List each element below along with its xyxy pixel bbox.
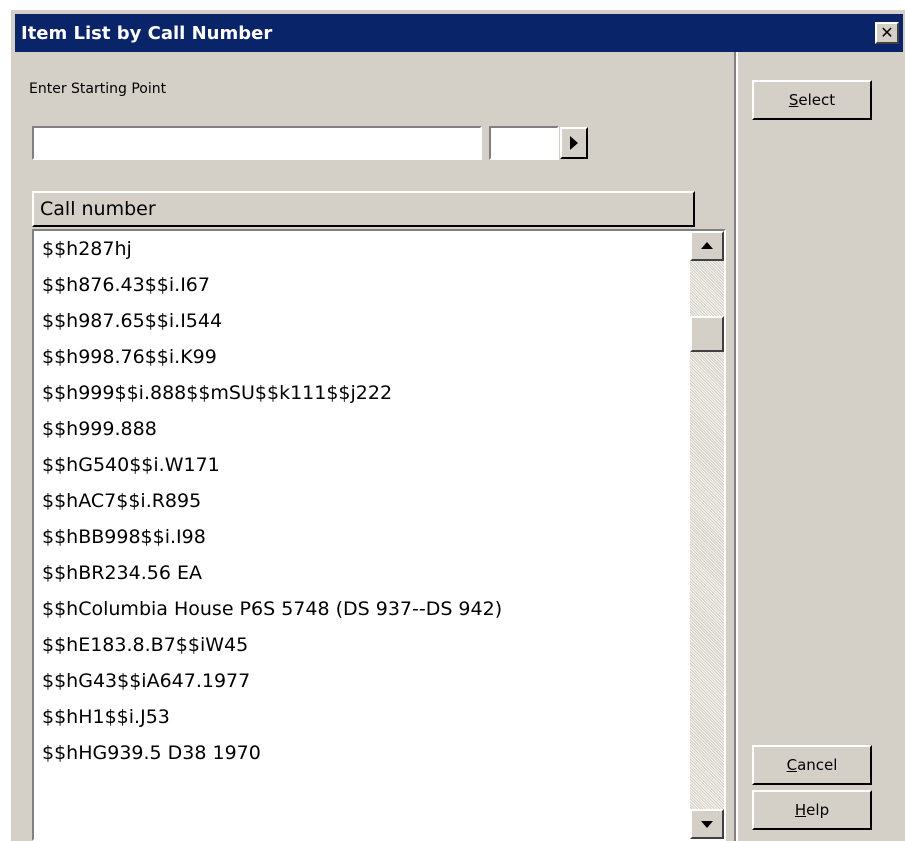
cancel-label-rest: ancel	[797, 756, 838, 774]
list-item[interactable]: $$h287hj	[34, 231, 690, 267]
pane-divider	[734, 52, 738, 841]
help-mnemonic: H	[794, 801, 807, 819]
play-right-icon	[570, 136, 578, 150]
list-item[interactable]: $$h876.43$$i.I67	[34, 267, 690, 303]
close-icon: ✕	[880, 23, 894, 42]
item-list-dialog: Item List by Call Number ✕ Enter Startin…	[9, 8, 905, 841]
list-item[interactable]: $$h998.76$$i.K99	[34, 339, 690, 375]
go-button[interactable]	[560, 127, 588, 159]
close-button[interactable]: ✕	[875, 22, 899, 44]
scroll-up-button[interactable]	[690, 231, 724, 261]
list-item[interactable]: $$hBR234.56 EA	[34, 555, 690, 591]
select-label-rest: elect	[798, 91, 836, 109]
secondary-input[interactable]	[489, 126, 559, 160]
list-item[interactable]: $$h987.65$$i.I544	[34, 303, 690, 339]
list-item[interactable]: $$hE183.8.B7$$iW45	[34, 627, 690, 663]
help-label-rest: elp	[806, 801, 830, 819]
list-item[interactable]: $$hG43$$iA647.1977	[34, 663, 690, 699]
list-item[interactable]: $$hAC7$$i.R895	[34, 483, 690, 519]
arrow-up-icon	[701, 242, 713, 249]
list-item[interactable]: $$hColumbia House P6S 5748 (DS 937--DS 9…	[34, 591, 690, 627]
list-item[interactable]: $$hG540$$i.W171	[34, 447, 690, 483]
left-pane: Enter Starting Point Call number $$h287h…	[15, 52, 735, 841]
cancel-button[interactable]: Cancel	[752, 745, 872, 785]
call-number-column-header[interactable]: Call number	[32, 191, 695, 227]
title-bar: Item List by Call Number ✕	[15, 14, 903, 52]
list-item[interactable]: $$h999$$i.888$$mSU$$k111$$j222	[34, 375, 690, 411]
cancel-mnemonic: C	[786, 756, 798, 774]
select-button[interactable]: Select	[752, 80, 872, 120]
list-item[interactable]: $$hBB998$$i.I98	[34, 519, 690, 555]
help-button[interactable]: Help	[752, 790, 872, 830]
list-item[interactable]: $$hH1$$i.J53	[34, 699, 690, 735]
call-number-list[interactable]: $$h287hj $$h876.43$$i.I67 $$h987.65$$i.I54…	[32, 229, 726, 841]
scroll-thumb[interactable]	[690, 316, 724, 352]
list-items: $$h287hj $$h876.43$$i.I67 $$h987.65$$i.I54…	[34, 231, 690, 771]
vertical-scrollbar[interactable]	[690, 231, 724, 839]
scroll-down-button[interactable]	[690, 809, 724, 839]
starting-point-input[interactable]	[32, 126, 482, 160]
list-item[interactable]: $$h999.888	[34, 411, 690, 447]
select-mnemonic: S	[788, 91, 799, 109]
list-item[interactable]: $$hHG939.5 D38 1970	[34, 735, 690, 771]
window-title: Item List by Call Number	[21, 23, 273, 44]
arrow-down-icon	[701, 821, 713, 828]
starting-point-label: Enter Starting Point	[29, 81, 167, 97]
